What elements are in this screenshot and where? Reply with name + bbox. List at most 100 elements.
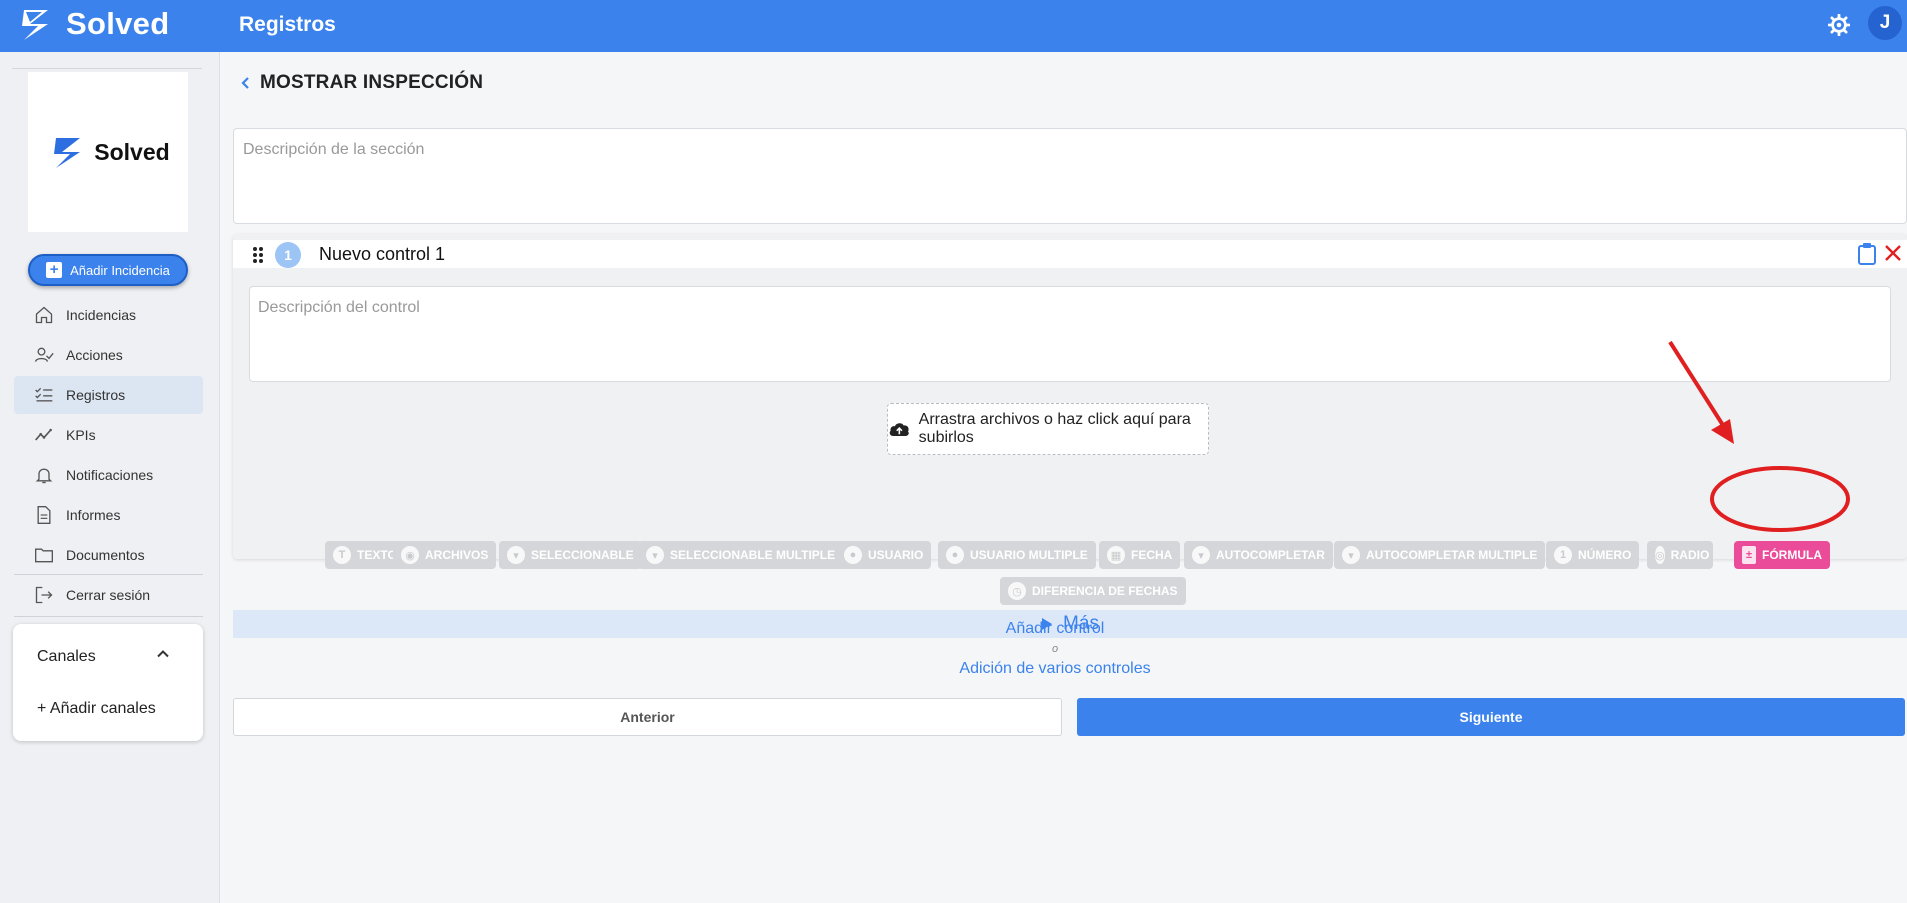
back-link[interactable]: MOSTRAR INSPECCIÓN [238, 72, 483, 94]
type-chip-autocompletar[interactable]: ▾ AUTOCOMPLETAR [1184, 541, 1333, 569]
sidebar-item-informes[interactable]: Informes [14, 496, 203, 534]
chip-label: SELECCIONABLE [531, 548, 634, 562]
or-separator: o [1052, 643, 1059, 655]
type-chip-seleccionable[interactable]: ▾ SELECCIONABLE [499, 541, 642, 569]
folder-icon [35, 548, 53, 563]
add-channels-link[interactable]: + Añadir canales [37, 700, 156, 718]
main-content: MOSTRAR INSPECCIÓN Descripción de la sec… [220, 52, 1907, 903]
person-icon: ● [844, 546, 862, 564]
sidebar-item-label: Acciones [66, 347, 123, 363]
number-icon: 1 [1554, 546, 1572, 564]
channels-title: Canales [37, 648, 96, 665]
chip-label: SELECCIONABLE MULTIPLE [670, 548, 836, 562]
sidebar-item-label: KPIs [66, 427, 96, 443]
previous-button[interactable]: Anterior [233, 698, 1062, 736]
sidebar-divider [14, 574, 203, 575]
checklist-icon [35, 387, 53, 402]
control-description-field[interactable]: Descripción del control [249, 286, 1891, 382]
page-title: Registros [239, 13, 336, 36]
type-chip-numero[interactable]: 1 NÚMERO [1546, 541, 1640, 569]
type-chip-radio[interactable]: ◎ RADIO [1647, 541, 1713, 569]
sidebar-item-acciones[interactable]: Acciones [14, 336, 203, 374]
sidebar-item-notificaciones[interactable]: Notificaciones [14, 456, 203, 494]
chip-label: FÓRMULA [1762, 548, 1822, 562]
sidebar: Solved + Añadir Incidencia Incidencias A… [0, 52, 220, 903]
add-control-link[interactable]: Añadir control [965, 620, 1145, 638]
sidebar-item-documentos[interactable]: Documentos [14, 536, 203, 574]
chip-label: TEXTO [357, 548, 397, 562]
type-chip-usuario[interactable]: ● USUARIO [836, 541, 932, 569]
user-avatar[interactable]: J [1868, 6, 1902, 40]
plus-icon: + [46, 262, 63, 278]
file-upload-dropzone[interactable]: Arrastra archivos o haz click aquí para … [887, 403, 1209, 455]
trend-icon [35, 428, 52, 441]
gear-icon[interactable] [1828, 14, 1850, 36]
type-chip-diferencia-de-fechas[interactable]: ◷ DIFERENCIA DE FECHAS [1000, 577, 1186, 605]
camera-icon: ◉ [401, 546, 419, 564]
page-heading: MOSTRAR INSPECCIÓN [260, 72, 484, 93]
chip-label: ARCHIVOS [425, 548, 489, 562]
logout-label: Cerrar sesión [66, 587, 151, 603]
drag-handle-icon[interactable] [251, 246, 265, 264]
dropdown-icon: ▾ [507, 546, 525, 564]
chip-label: FECHA [1131, 548, 1173, 562]
sidebar-item-label: Documentos [66, 547, 145, 563]
next-button[interactable]: Siguiente [1077, 698, 1905, 736]
app-name: Solved [66, 6, 170, 41]
chevron-up-icon[interactable] [153, 644, 173, 664]
clipboard-icon[interactable] [1856, 242, 1878, 266]
control-header: 1 Nuevo control 1 [233, 240, 1907, 268]
document-icon [37, 506, 51, 524]
channels-panel: Canales + Añadir canales [13, 624, 203, 741]
dropdown-icon: ▾ [646, 546, 664, 564]
radio-icon: ◎ [1655, 546, 1665, 564]
dropdown-icon: ▾ [1342, 546, 1360, 564]
bell-icon [35, 468, 53, 484]
home-icon [35, 306, 53, 324]
add-incident-button[interactable]: + Añadir Incidencia [28, 254, 188, 286]
logout-icon [35, 586, 53, 604]
upload-label: Arrastra archivos o haz click aquí para … [918, 411, 1191, 446]
brand-card: Solved [28, 72, 188, 232]
chip-label: DIFERENCIA DE FECHAS [1032, 584, 1178, 598]
people-icon: ● [946, 546, 964, 564]
section-description-field[interactable]: Descripción de la sección [233, 128, 1907, 224]
type-chip-seleccionable-multiple[interactable]: ▾ SELECCIONABLE MULTIPLE [638, 541, 844, 569]
sidebar-item-label: Registros [66, 387, 126, 403]
type-chip-fecha[interactable]: ▦ FECHA [1099, 541, 1181, 569]
sidebar-divider [14, 616, 203, 617]
sidebar-item-label: Incidencias [66, 307, 137, 323]
control-card: 1 Nuevo control 1 Descripción del contro… [233, 234, 1907, 638]
dropdown-icon: ▾ [1192, 546, 1210, 564]
type-chip-formula[interactable]: ± FÓRMULA [1734, 541, 1830, 569]
user-check-icon [35, 347, 54, 362]
type-chip-autocompletar-multiple[interactable]: ▾ AUTOCOMPLETAR MULTIPLE [1334, 541, 1546, 569]
chip-label: RADIO [1670, 548, 1710, 562]
chip-label: USUARIO MULTIPLE [970, 548, 1088, 562]
close-icon[interactable] [1883, 243, 1903, 263]
chip-label: USUARIO [868, 548, 924, 562]
text-size-icon: T [333, 546, 351, 564]
solved-brand-icon [54, 138, 81, 168]
cloud-upload-icon [889, 423, 909, 436]
brand-name: Solved [94, 138, 170, 165]
chip-label: NÚMERO [1578, 548, 1632, 562]
app-logo[interactable]: Solved [16, 4, 169, 44]
type-chip-archivos[interactable]: ◉ ARCHIVOS [393, 541, 497, 569]
control-title-field[interactable]: Nuevo control 1 [319, 244, 445, 265]
chip-label: AUTOCOMPLETAR [1216, 548, 1325, 562]
sidebar-item-incidencias[interactable]: Incidencias [14, 296, 203, 334]
sidebar-item-registros[interactable]: Registros [14, 376, 203, 414]
timer-icon: ◷ [1008, 582, 1026, 600]
sidebar-item-label: Informes [66, 507, 121, 523]
sidebar-divider [12, 68, 202, 69]
calendar-icon: ▦ [1107, 546, 1125, 564]
logout-item[interactable]: Cerrar sesión [14, 576, 203, 614]
solved-logo-icon [22, 10, 48, 40]
sidebar-item-label: Notificaciones [66, 467, 154, 483]
sidebar-item-kpis[interactable]: KPIs [14, 416, 203, 454]
top-bar: Solved Registros J [0, 0, 1907, 52]
add-multiple-controls-link[interactable]: Adición de varios controles [935, 660, 1175, 678]
chip-label: AUTOCOMPLETAR MULTIPLE [1366, 548, 1538, 562]
type-chip-usuario-multiple[interactable]: ● USUARIO MULTIPLE [938, 541, 1096, 569]
